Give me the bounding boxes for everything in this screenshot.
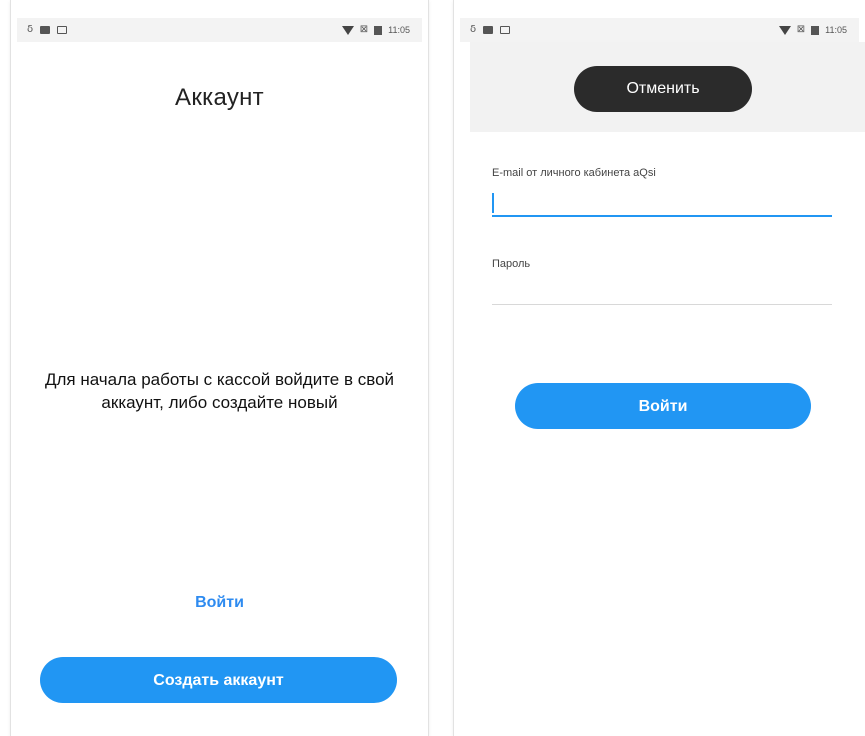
signal-icon: ⊠: [359, 24, 369, 35]
status-time: 11:05: [388, 25, 410, 35]
battery-icon: [374, 25, 383, 35]
status-bar: ẟ ⊠ 11:05: [460, 18, 859, 42]
wifi-icon: [341, 25, 354, 35]
wifi-icon: [778, 25, 791, 35]
text-cursor: [492, 193, 494, 213]
status-bar: ẟ ⊠ 11:05: [17, 18, 422, 42]
account-screen: ẟ ⊠ 11:05 Аккаунт Для начала работы с ка…: [11, 0, 428, 736]
email-field[interactable]: [492, 193, 832, 217]
email-label: E-mail от личного кабинета aQsi: [492, 167, 656, 179]
login-link[interactable]: Войти: [11, 594, 428, 612]
page-title: Аккаунт: [175, 84, 264, 111]
notification-icon: ẟ: [27, 24, 34, 35]
welcome-message: Для начала работы с кассой войдите в сво…: [44, 370, 395, 412]
status-time: 11:05: [825, 25, 847, 35]
inbox-icon: [57, 26, 68, 34]
password-field[interactable]: [492, 282, 832, 305]
password-label: Пароль: [492, 258, 531, 270]
login-button[interactable]: Войти: [515, 383, 811, 429]
signal-icon: ⊠: [796, 24, 806, 35]
notification-icon: ẟ: [470, 24, 477, 35]
cancel-button[interactable]: Отменить: [574, 66, 752, 112]
battery-icon: [811, 25, 820, 35]
gallery-icon: [40, 26, 51, 34]
inbox-icon: [500, 26, 511, 34]
create-account-button[interactable]: Создать аккаунт: [40, 657, 397, 703]
gallery-icon: [483, 26, 494, 34]
login-screen: ẟ ⊠ 11:05 Отменить E-mail от личного каб…: [454, 0, 865, 736]
